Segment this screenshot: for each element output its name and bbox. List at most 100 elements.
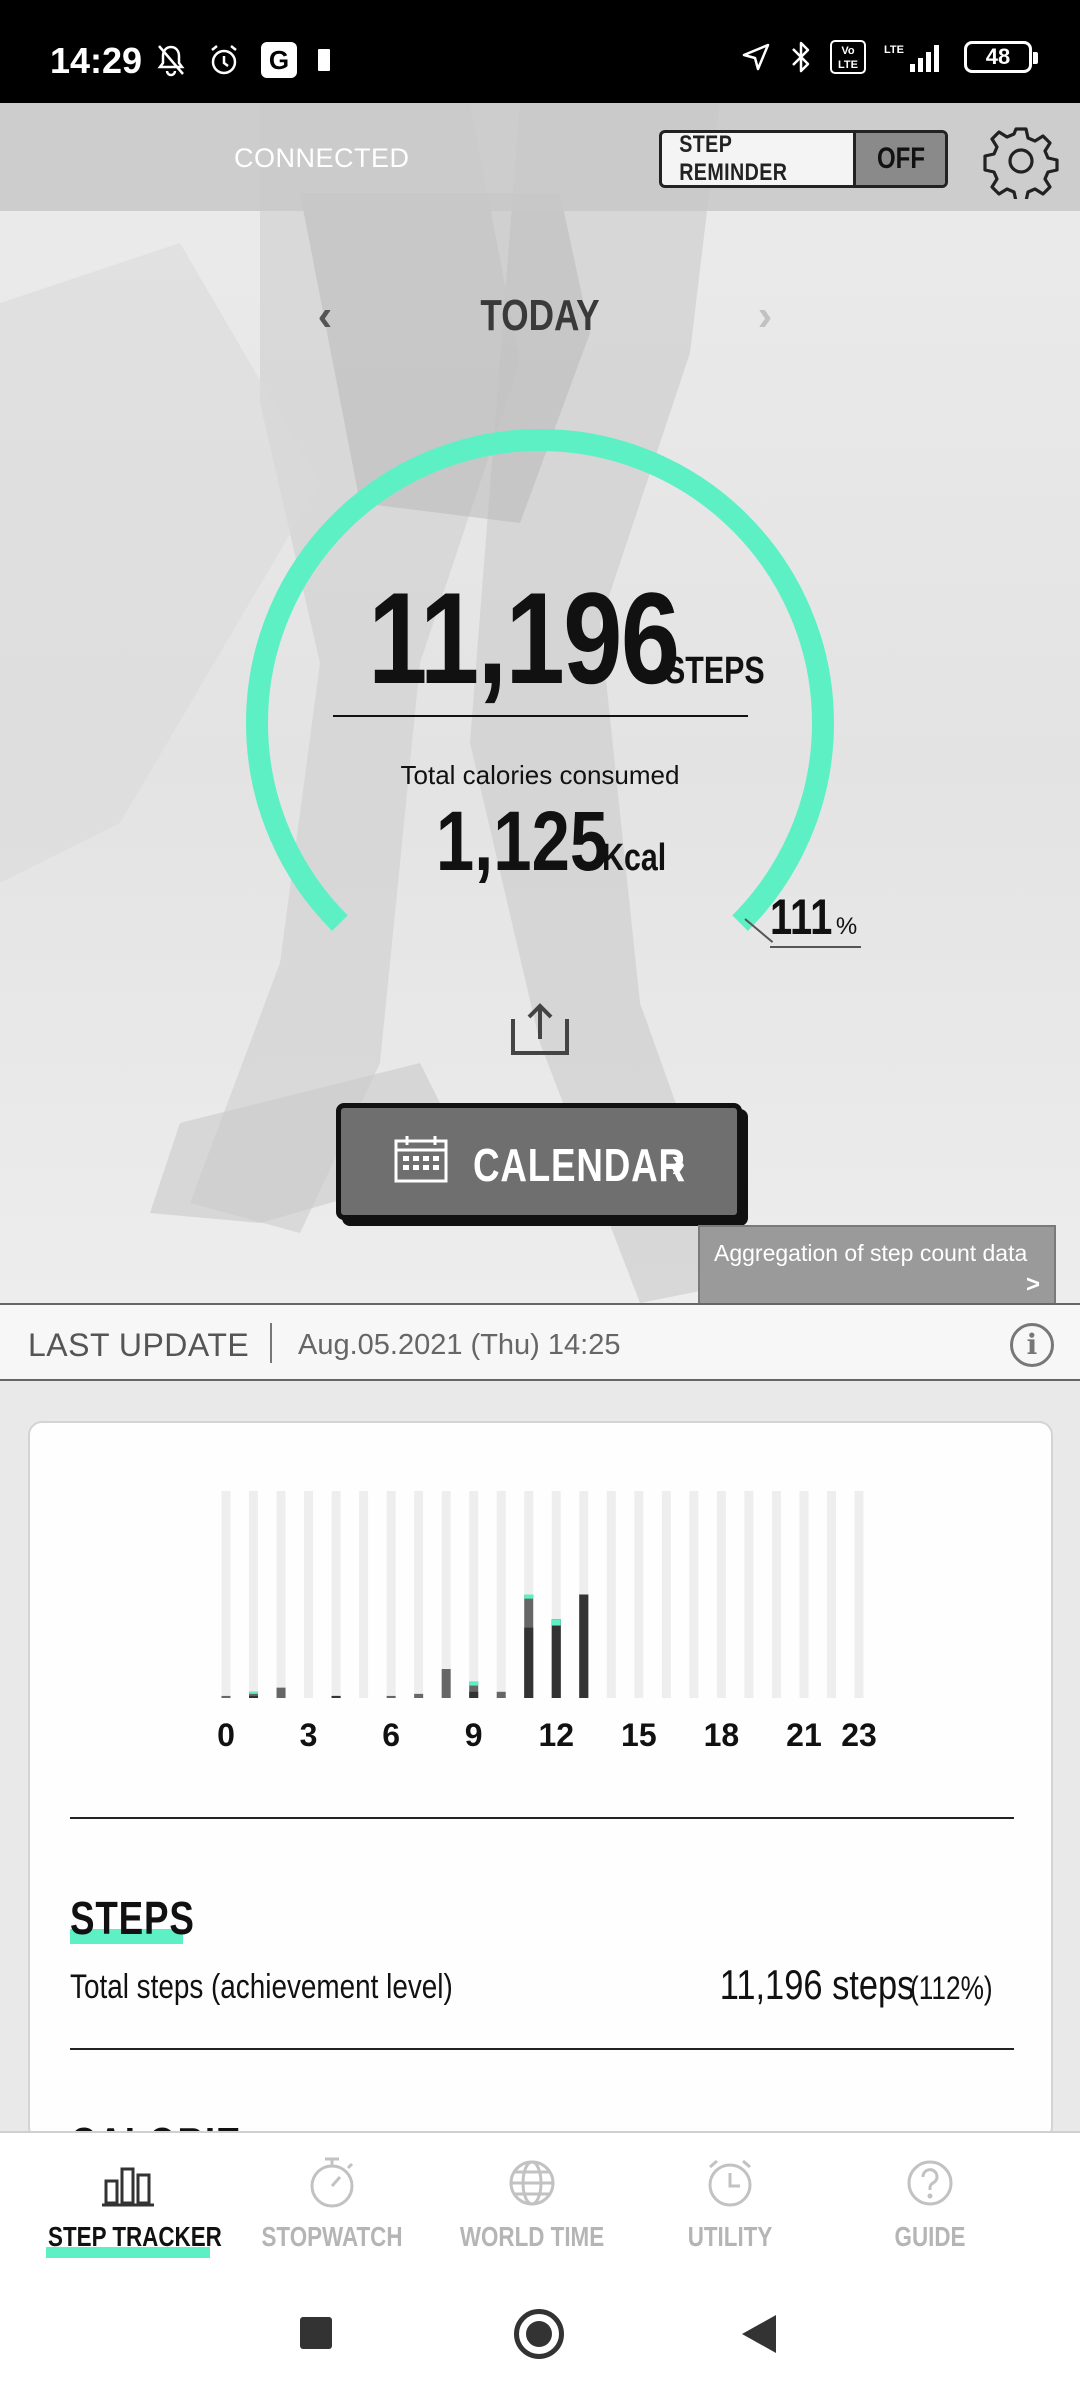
chart-bar <box>496 1691 506 1698</box>
status-time: 14:29 <box>50 40 143 81</box>
last-update-value: Aug.05.2021 (Thu) 14:25 <box>298 1329 621 1361</box>
total-steps-value: 11,196 steps <box>719 1961 915 2008</box>
globe-icon <box>509 2160 555 2206</box>
help-icon <box>907 2160 953 2206</box>
status-icons-right: Vo LTE LTE 48 <box>740 40 1038 74</box>
hero-section: CONNECTED STEP REMINDER OFF ‹ TODAY › 11… <box>0 103 1080 1303</box>
chart-bar-accent <box>524 1594 534 1599</box>
step-reminder-toggle[interactable]: STEP REMINDER OFF <box>659 130 948 188</box>
system-navigation-bar <box>0 2269 1080 2400</box>
chart-bar-segment <box>579 1594 589 1698</box>
tab-utility[interactable]: UTILITY <box>630 2133 830 2271</box>
chart-bar-track <box>249 1491 259 1698</box>
achievement-percent: 111 % <box>770 888 862 948</box>
chart-tick-label: 9 <box>465 1717 483 1753</box>
hourly-steps-chart: 0 3 6 9 12 15 18 21 23 <box>217 1491 877 1753</box>
calories-label: Total calories consumed <box>400 760 680 790</box>
total-steps-label: Total steps (achievement level) <box>70 1968 453 2006</box>
active-tab-indicator <box>46 2247 210 2258</box>
calendar-icon <box>394 1136 448 1183</box>
chart-bar-track <box>799 1491 809 1698</box>
aggregation-tooltip[interactable]: Aggregation of step count data > <box>698 1225 1056 1303</box>
volte-icon: Vo LTE <box>830 40 866 74</box>
calendar-button[interactable]: CALENDAR › <box>336 1103 742 1220</box>
total-steps-value-row: 11,196 steps (112%) <box>677 1961 1011 2009</box>
chart-bar <box>276 1687 286 1698</box>
chart-bar <box>386 1695 396 1698</box>
step-reminder-label: STEP REMINDER <box>679 131 788 186</box>
chart-bar-segment <box>331 1695 341 1698</box>
share-icon[interactable] <box>505 1001 575 1057</box>
last-update-label: LAST UPDATE <box>28 1327 250 1363</box>
calories-row: 1,125 Kcal <box>340 793 740 890</box>
chart-tick-label: 21 <box>786 1717 822 1753</box>
chart-bar-segment <box>524 1627 534 1698</box>
chart-bar-track <box>221 1491 231 1698</box>
chart-bar-segment <box>249 1695 259 1698</box>
steps-divider <box>333 715 748 717</box>
tab-guide[interactable]: GUIDE <box>830 2133 1030 2271</box>
chart-tick-label: 18 <box>704 1717 740 1753</box>
steps-value: 11,196 <box>368 565 681 711</box>
chart-bar-track <box>689 1491 699 1698</box>
tab-stopwatch[interactable]: STOPWATCH <box>232 2133 432 2271</box>
info-icon[interactable]: i <box>1010 1323 1054 1367</box>
chart-bar-track <box>386 1491 396 1698</box>
back-button[interactable] <box>742 2315 776 2353</box>
notification-dot-icon <box>318 49 330 71</box>
tab-label: UTILITY <box>687 2221 773 2252</box>
chart-bar <box>414 1693 424 1698</box>
chart-bar-track <box>716 1491 726 1698</box>
chart-bar-track <box>826 1491 836 1698</box>
bell-off-icon <box>157 45 185 77</box>
g-app-icon: G <box>261 42 297 78</box>
prev-day-button[interactable]: ‹ <box>305 291 345 341</box>
calories-unit: Kcal <box>601 837 667 879</box>
home-button[interactable] <box>514 2309 564 2359</box>
gear-icon[interactable] <box>983 123 1059 199</box>
chart-bar-segment <box>551 1619 561 1698</box>
chevron-right-icon: › <box>671 1138 686 1187</box>
chart-bar-track <box>496 1491 506 1698</box>
chart-bar-track <box>441 1491 451 1698</box>
chart-bar-track <box>276 1491 286 1698</box>
chart-bar-track <box>854 1491 864 1698</box>
recents-button[interactable] <box>300 2317 332 2349</box>
bar-chart-icon <box>102 2167 154 2207</box>
chart-bar-track <box>469 1491 479 1698</box>
stopwatch-icon <box>310 2157 354 2208</box>
last-update-separator <box>270 1323 272 1363</box>
alarm-icon <box>211 45 237 75</box>
card-divider <box>70 1817 1014 1819</box>
chart-bar-track <box>661 1491 671 1698</box>
battery-icon: 48 <box>964 41 1038 73</box>
top-bar: CONNECTED STEP REMINDER OFF <box>0 103 1080 211</box>
steps-unit: STEPS <box>664 650 765 692</box>
tab-label: GUIDE <box>894 2221 966 2252</box>
calories-value: 1,125 <box>435 794 608 888</box>
calendar-button-label: CALENDAR <box>473 1139 686 1191</box>
day-label: TODAY <box>480 291 600 340</box>
chart-bar-segment <box>469 1691 479 1698</box>
chart-bar-track <box>304 1491 314 1698</box>
alarm-clock-icon <box>708 2159 752 2207</box>
chart-bar <box>221 1695 231 1698</box>
step-reminder-state-text: OFF <box>876 142 925 175</box>
chart-tick-label: 6 <box>382 1717 400 1753</box>
chart-bar-track <box>744 1491 754 1698</box>
chart-bar-accent <box>551 1619 561 1626</box>
last-update-bar: LAST UPDATE Aug.05.2021 (Thu) 14:25 i <box>0 1303 1080 1381</box>
tab-label: STOPWATCH <box>261 2221 403 2252</box>
status-icons-left: G <box>155 42 331 78</box>
steps-heading: STEPS <box>70 1891 226 1945</box>
achievement-unit: % <box>835 913 858 940</box>
chart-tick-label: 23 <box>841 1717 877 1753</box>
chart-bar-track <box>771 1491 781 1698</box>
chart-bar <box>441 1669 451 1698</box>
tab-world-time[interactable]: WORLD TIME <box>432 2133 632 2271</box>
card-divider <box>70 2048 1014 2050</box>
next-day-button[interactable]: › <box>745 291 785 341</box>
steps-heading-text: STEPS <box>70 1892 195 1944</box>
chart-bar-track <box>414 1491 424 1698</box>
chart-bar-track <box>331 1491 341 1698</box>
